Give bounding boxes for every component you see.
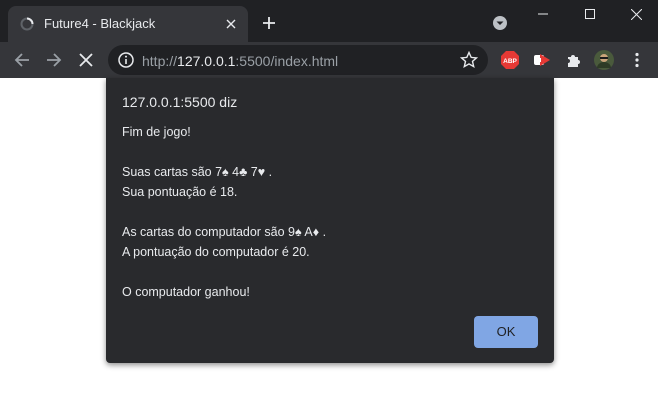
message-line [122, 202, 326, 222]
adblock-label: ABP [503, 58, 517, 65]
message-line: Fim de jogo! [122, 125, 191, 139]
forward-arrow-icon[interactable] [43, 49, 65, 71]
url-text[interactable]: http://127.0.0.1:5500/index.html [142, 53, 338, 69]
url-path: :5500/index.html [235, 53, 339, 69]
site-info-icon[interactable] [118, 52, 134, 68]
adblock-plus-icon[interactable]: ABP [500, 50, 520, 70]
new-tab-plus-icon[interactable] [259, 13, 279, 33]
extensions-puzzle-icon[interactable] [564, 50, 584, 70]
browser-menu-kebab-icon[interactable] [627, 50, 647, 70]
browser-titlebar: Future4 - Blackjack [0, 0, 658, 42]
alert-dialog: 127.0.0.1:5500 diz Fim de jogo! Suas car… [106, 78, 554, 363]
extension-red-arrow-icon[interactable] [532, 50, 552, 70]
tab-title: Future4 - Blackjack [44, 16, 156, 31]
browser-toolbar: http://127.0.0.1:5500/index.html ABP [0, 42, 658, 78]
message-line: O computador ganhou! [122, 285, 250, 299]
close-window-icon[interactable] [613, 0, 658, 28]
browser-tab[interactable]: Future4 - Blackjack [8, 6, 248, 42]
address-bar[interactable]: http://127.0.0.1:5500/index.html [108, 45, 488, 75]
maximize-icon[interactable] [567, 0, 613, 28]
bookmark-star-icon[interactable] [460, 51, 478, 69]
tab-search-icon[interactable] [492, 15, 508, 31]
dialog-title: 127.0.0.1:5500 diz [122, 94, 238, 110]
message-line: Suas cartas são 7♠ 4♣ 7♥ . [122, 165, 273, 179]
dialog-message: Fim de jogo! Suas cartas são 7♠ 4♣ 7♥ . … [122, 122, 326, 302]
profile-avatar[interactable] [594, 50, 614, 70]
message-line: A pontuação do computador é 20. [122, 245, 310, 259]
message-line [122, 142, 326, 162]
message-line [122, 262, 326, 282]
url-scheme: http:// [142, 53, 178, 69]
ok-button[interactable]: OK [474, 316, 538, 348]
message-line: As cartas do computador são 9♠ A♦ . [122, 225, 327, 239]
loading-favicon-icon [20, 17, 34, 31]
minimize-icon[interactable] [520, 0, 566, 28]
tab-close-icon[interactable] [222, 15, 240, 33]
message-line: Sua pontuação é 18. [122, 185, 238, 199]
stop-loading-icon[interactable] [75, 49, 97, 71]
back-arrow-icon[interactable] [11, 49, 33, 71]
url-host: 127.0.0.1 [177, 53, 236, 69]
